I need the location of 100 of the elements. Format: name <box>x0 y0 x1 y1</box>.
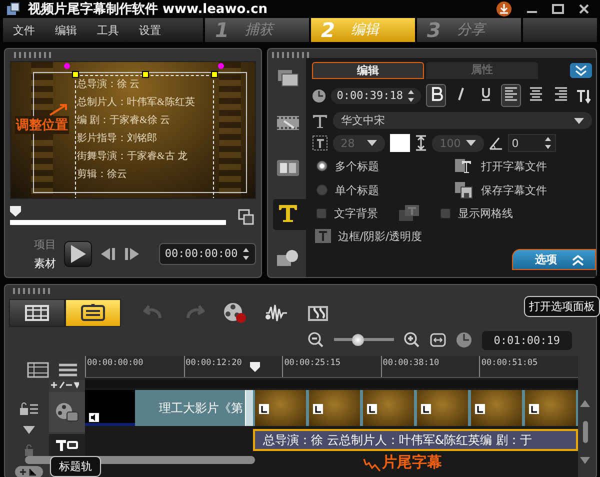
expand-down-icon[interactable] <box>23 426 35 434</box>
text-frame-icon <box>314 228 332 244</box>
text-clip[interactable]: 理工大影片《第 <box>135 390 245 426</box>
close-icon[interactable] <box>578 3 590 15</box>
rotate-handle[interactable] <box>64 62 70 69</box>
timecode-field[interactable]: 00:00:00:00 <box>158 242 256 265</box>
checkbox[interactable] <box>440 208 451 218</box>
title-line: 街舞导演：于家睿&古 龙 <box>77 150 188 164</box>
menu-item[interactable]: 设置 <box>139 22 161 38</box>
angle-field[interactable]: 0 <box>508 134 556 152</box>
l-badge-icon <box>475 404 485 414</box>
scroll-up-icon[interactable] <box>580 400 590 407</box>
grip-handle[interactable] <box>14 52 54 58</box>
clock-icon <box>456 332 472 348</box>
fit-to-window-icon[interactable] <box>430 333 446 347</box>
collapse-icon[interactable] <box>570 63 592 78</box>
l-badge-icon <box>529 404 539 414</box>
spinner-icon <box>407 88 415 102</box>
two-panel-icon[interactable] <box>276 157 300 179</box>
radio-button[interactable] <box>316 184 328 196</box>
checkbox[interactable] <box>316 208 327 218</box>
resize-handle[interactable] <box>211 70 218 78</box>
video-track-icon <box>55 402 79 422</box>
download-icon[interactable] <box>496 1 512 17</box>
previous-frame-icon[interactable] <box>100 246 116 261</box>
options-button[interactable]: 选项 <box>512 249 596 270</box>
project-duration-field: 0:01:00:19 <box>482 330 572 350</box>
storyboard-icon <box>25 303 49 323</box>
spinner-icon <box>544 136 552 150</box>
border-shadow-button[interactable]: 边框/阴影/透明度 <box>312 227 422 244</box>
track-list-icon[interactable] <box>57 362 79 378</box>
timeline-icon <box>81 303 105 323</box>
flower-icon[interactable] <box>276 247 300 269</box>
l-badge-icon <box>313 404 323 414</box>
blank-clip[interactable] <box>85 390 135 426</box>
video-clip[interactable] <box>253 390 578 426</box>
align-center-icon[interactable] <box>529 86 543 102</box>
l-badge-icon <box>367 404 377 414</box>
dropdown-arrow-icon <box>366 140 377 146</box>
add-remove-icon[interactable] <box>49 380 79 390</box>
mode-option[interactable]: 项目 <box>34 236 56 252</box>
dropdown-arrow-icon <box>574 118 584 124</box>
underline-icon[interactable] <box>479 86 493 102</box>
vertical-text-icon[interactable] <box>576 88 592 104</box>
title-track-icon <box>55 438 79 452</box>
title-line: 总制片人：叶伟军&陈红英 <box>77 96 196 110</box>
play-button[interactable] <box>64 240 92 267</box>
zoom-slider-handle[interactable] <box>352 334 364 346</box>
zoom-in-icon[interactable] <box>404 332 420 348</box>
clip-edge <box>245 390 253 426</box>
zoom-out-icon[interactable] <box>308 332 324 348</box>
scrub-handle[interactable] <box>10 206 21 217</box>
radio-button[interactable] <box>316 160 328 172</box>
audio-wave-icon[interactable] <box>265 302 289 324</box>
open-file-icon <box>454 157 474 175</box>
ruler-label: 00:00:51:05 <box>479 356 578 377</box>
film-reel-icon[interactable] <box>223 302 247 324</box>
ruler-label: 00:00:00:00 <box>85 356 184 377</box>
view-mode-button[interactable] <box>9 299 65 327</box>
annotation-label: 调整位置 <box>15 116 69 134</box>
file-button[interactable]: 保存字幕文件 <box>480 182 547 198</box>
file-button[interactable]: 打开字幕文件 <box>480 158 547 174</box>
text-color-swatch[interactable] <box>390 134 410 152</box>
menu-item[interactable]: 工具 <box>97 22 119 38</box>
resize-handle[interactable] <box>142 70 149 78</box>
panel-tab[interactable]: 编辑 <box>312 62 424 79</box>
spinner-icon <box>242 246 250 261</box>
font-dropdown[interactable]: 华文中宋 <box>332 112 592 129</box>
screen-size-icon[interactable] <box>238 209 254 226</box>
scroll-down-icon[interactable] <box>580 457 590 464</box>
next-frame-icon[interactable] <box>124 246 140 261</box>
mode-option[interactable]: 素材 <box>34 256 56 271</box>
text-background-icon <box>398 204 420 222</box>
add-track-icon[interactable] <box>15 466 43 477</box>
checkbox-label: 文字背景 <box>334 206 378 220</box>
align-right-icon[interactable] <box>554 86 568 102</box>
track-manager-icon[interactable] <box>27 362 49 378</box>
font-size-icon <box>312 135 328 151</box>
scrollbar-thumb[interactable] <box>582 421 588 443</box>
resize-handle[interactable] <box>72 70 79 78</box>
subtitle-clip[interactable]: 总导演：徐 云总制片人：叶伟军&陈红英编 剧：于 <box>253 429 578 451</box>
grip-handle[interactable] <box>13 288 53 294</box>
media-icon[interactable] <box>276 67 300 89</box>
grip-handle[interactable] <box>272 52 312 58</box>
title-line: 总导演：徐 云 <box>77 78 140 92</box>
duration-field[interactable]: 0:00:39:18 <box>330 88 421 104</box>
font-icon <box>312 112 328 128</box>
l-badge-icon <box>259 404 269 414</box>
menu-item[interactable]: 编辑 <box>55 22 77 38</box>
ruler-label: 00:00:38:10 <box>380 356 480 377</box>
lock-track-icon[interactable] <box>19 402 39 416</box>
dropdown-arrow-icon <box>466 140 476 146</box>
menu-item[interactable]: 文件 <box>13 22 35 38</box>
view-mode-button[interactable] <box>65 299 121 327</box>
title-line: 影片指导：刘铭郎 <box>77 132 158 146</box>
align-left-icon[interactable] <box>504 86 518 102</box>
play-icon <box>69 244 87 264</box>
maximize-icon[interactable] <box>552 3 564 15</box>
squiggle-arrow-icon <box>363 458 381 472</box>
bold-icon[interactable] <box>429 86 443 102</box>
